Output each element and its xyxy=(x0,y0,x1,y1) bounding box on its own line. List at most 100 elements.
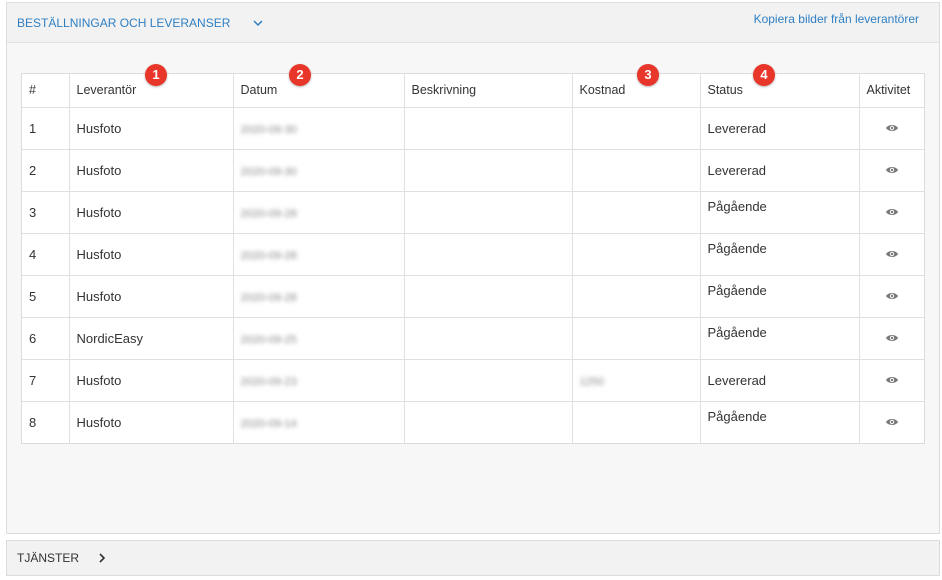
eye-icon[interactable] xyxy=(885,375,899,385)
table-row: 2 Husfoto 2020-09-30 Levererad xyxy=(22,149,924,192)
table-row: 5 Husfoto 2020-09-28 Pågående xyxy=(22,275,924,318)
orders-table: # Leverantör Datum Beskrivning Kostnad S… xyxy=(21,73,925,444)
cell-date-text: 2020-09-28 xyxy=(240,207,297,220)
cell-activity xyxy=(859,401,924,443)
cell-activity xyxy=(859,233,924,276)
cell-number: 7 xyxy=(22,359,70,402)
header-description[interactable]: Beskrivning xyxy=(404,74,573,108)
cell-supplier-text: Husfoto xyxy=(76,372,122,388)
cell-status: Pågående xyxy=(700,317,860,360)
eye-icon[interactable] xyxy=(885,165,899,175)
cell-supplier-text: Husfoto xyxy=(76,246,122,262)
cell-date: 2020-09-28 xyxy=(233,191,405,234)
cell-number: 8 xyxy=(22,401,70,443)
cell-date: 2020-09-23 xyxy=(233,359,405,402)
cell-cost xyxy=(572,233,701,276)
chevron-right-icon[interactable] xyxy=(97,552,107,564)
cell-status: Pågående xyxy=(700,401,860,443)
cell-cost: 1250 xyxy=(572,359,701,402)
cell-cost xyxy=(572,401,701,443)
cell-date: 2020-09-28 xyxy=(233,233,405,276)
cell-status-text: Pågående xyxy=(707,408,767,424)
eye-icon[interactable] xyxy=(885,207,899,217)
cell-cost-text: 1250 xyxy=(579,375,604,388)
cell-date: 2020-09-30 xyxy=(233,149,405,192)
chevron-down-icon[interactable] xyxy=(252,17,264,29)
cell-supplier-text: Husfoto xyxy=(76,162,122,178)
cell-number-text: 3 xyxy=(29,204,37,220)
cell-date-text: 2020-09-28 xyxy=(240,249,297,262)
cell-number: 2 xyxy=(22,149,70,192)
cell-description xyxy=(404,149,573,192)
cell-date-text: 2020-09-25 xyxy=(240,333,297,346)
copy-images-link[interactable]: Kopiera bilder från leverantörer xyxy=(754,12,919,26)
cell-status-text: Pågående xyxy=(707,240,767,256)
cell-date-text: 2020-09-23 xyxy=(240,375,297,388)
eye-icon[interactable] xyxy=(885,123,899,133)
cell-supplier: Husfoto xyxy=(69,401,234,443)
orders-panel-title[interactable]: BESTÄLLNINGAR OCH LEVERANSER xyxy=(17,16,230,30)
cell-supplier: Husfoto xyxy=(69,107,234,150)
cell-number-text: 6 xyxy=(29,330,37,346)
cell-description xyxy=(404,107,573,150)
cell-date: 2020-09-30 xyxy=(233,107,405,150)
cell-date: 2020-09-25 xyxy=(233,317,405,360)
header-cost[interactable]: Kostnad xyxy=(572,74,701,108)
header-number: # xyxy=(22,74,70,108)
eye-icon[interactable] xyxy=(885,291,899,301)
cell-activity xyxy=(859,359,924,402)
cell-supplier: Husfoto xyxy=(69,149,234,192)
cell-description xyxy=(404,401,573,443)
cell-number-text: 7 xyxy=(29,372,37,388)
cell-status-text: Levererad xyxy=(707,372,767,388)
cell-status: Levererad xyxy=(700,107,860,150)
cell-description xyxy=(404,317,573,360)
badge-4: 4 xyxy=(753,64,775,86)
cell-cost xyxy=(572,317,701,360)
cell-status-text: Levererad xyxy=(707,162,767,178)
services-panel-title[interactable]: TJÄNSTER xyxy=(17,551,79,565)
table-row: 7 Husfoto 2020-09-23 1250 Levererad xyxy=(22,359,924,402)
cell-supplier-text: Husfoto xyxy=(76,204,122,220)
header-date[interactable]: Datum xyxy=(233,74,405,108)
badge-2: 2 xyxy=(289,64,311,86)
badge-3: 3 xyxy=(637,64,659,86)
cell-number-text: 8 xyxy=(29,414,37,430)
cell-status-text: Levererad xyxy=(707,120,767,136)
eye-icon[interactable] xyxy=(885,333,899,343)
header-status[interactable]: Status xyxy=(700,74,860,108)
table-row: 3 Husfoto 2020-09-28 Pågående xyxy=(22,191,924,234)
cell-number: 6 xyxy=(22,317,70,360)
cell-supplier-text: Husfoto xyxy=(76,120,122,136)
cell-date-text: 2020-09-28 xyxy=(240,291,297,304)
table-row: 8 Husfoto 2020-09-14 Pågående xyxy=(22,401,924,443)
cell-date-text: 2020-09-30 xyxy=(240,165,297,178)
cell-status-text: Pågående xyxy=(707,282,767,298)
cell-status: Pågående xyxy=(700,275,860,318)
cell-cost xyxy=(572,149,701,192)
cell-activity xyxy=(859,191,924,234)
cell-activity xyxy=(859,275,924,318)
cell-date: 2020-09-28 xyxy=(233,275,405,318)
eye-icon[interactable] xyxy=(885,249,899,259)
cell-status: Levererad xyxy=(700,149,860,192)
cell-cost xyxy=(572,107,701,150)
cell-number-text: 1 xyxy=(29,120,37,136)
cell-supplier: Husfoto xyxy=(69,191,234,234)
cell-status: Levererad xyxy=(700,359,860,402)
header-activity: Aktivitet xyxy=(859,74,924,108)
cell-status: Pågående xyxy=(700,191,860,234)
orders-panel-header[interactable]: BESTÄLLNINGAR OCH LEVERANSER Kopiera bil… xyxy=(7,3,939,43)
cell-description xyxy=(404,191,573,234)
cell-number-text: 4 xyxy=(29,246,37,262)
orders-panel: BESTÄLLNINGAR OCH LEVERANSER Kopiera bil… xyxy=(6,2,940,534)
services-panel[interactable]: TJÄNSTER xyxy=(6,540,940,576)
cell-activity xyxy=(859,149,924,192)
cell-number: 1 xyxy=(22,107,70,150)
cell-date-text: 2020-09-30 xyxy=(240,123,297,136)
table-row: 1 Husfoto 2020-09-30 Levererad xyxy=(22,107,924,150)
eye-icon[interactable] xyxy=(885,417,899,427)
cell-description xyxy=(404,275,573,318)
cell-description xyxy=(404,359,573,402)
cell-status-text: Pågående xyxy=(707,324,767,340)
